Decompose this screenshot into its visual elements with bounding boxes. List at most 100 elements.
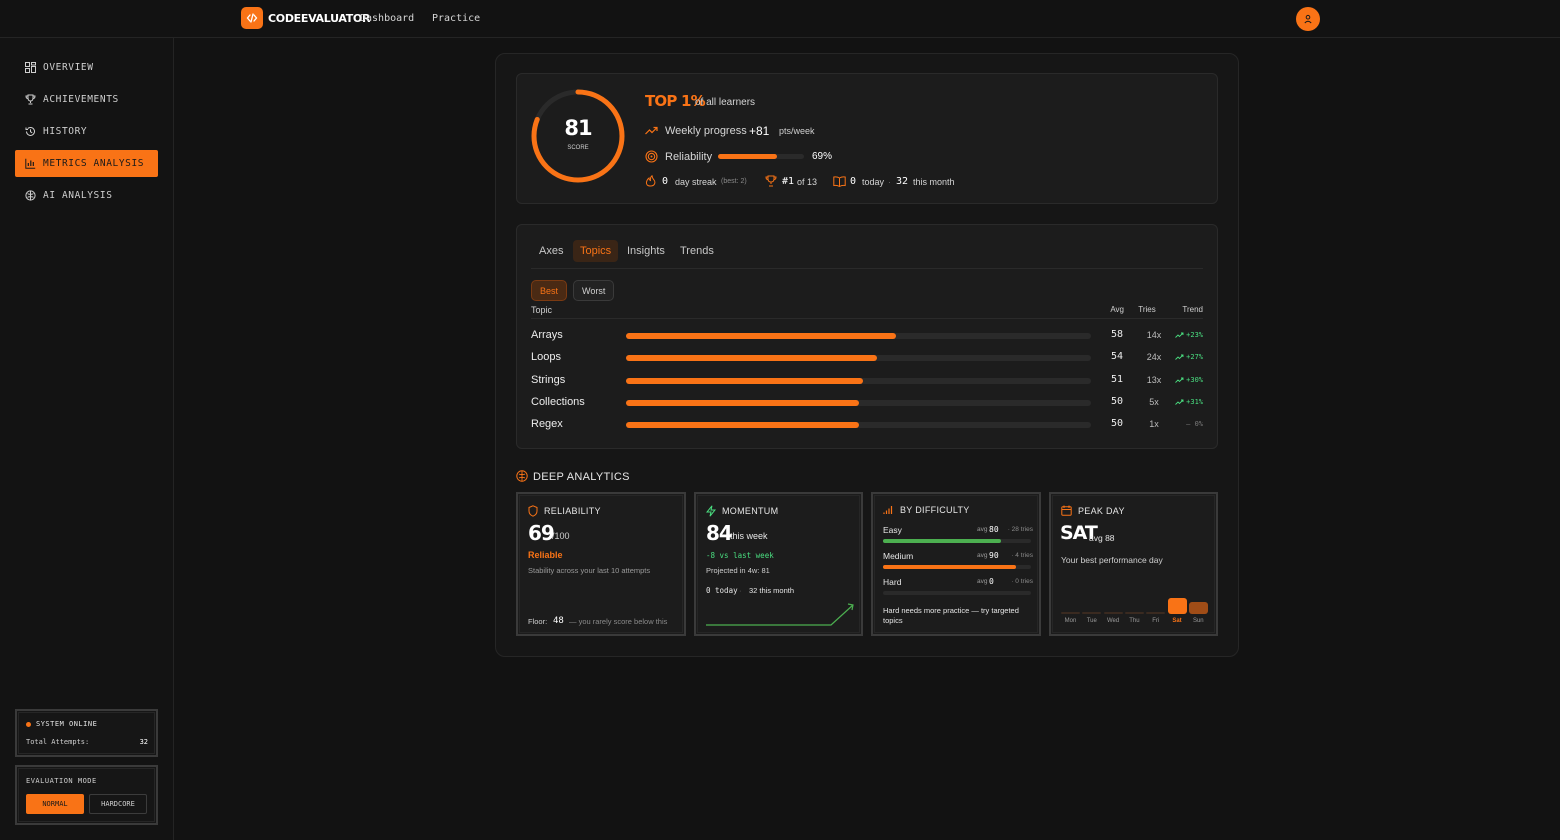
tab-insights[interactable]: Insights: [620, 240, 672, 262]
momentum-month: 32 this month: [749, 586, 795, 595]
weekly-progress-value: +81: [749, 124, 770, 138]
history-icon: [25, 126, 35, 136]
sidebar-item-label: METRICS ANALYSIS: [43, 158, 145, 169]
lightning-icon: [706, 505, 716, 517]
difficulty-avg-label: avg: [977, 552, 988, 559]
reliability-card-value: 69: [528, 521, 555, 545]
trending-up-icon: [1175, 399, 1184, 405]
system-status-text: SYSTEM ONLINE: [36, 720, 98, 728]
tabs-divider: [531, 268, 1203, 269]
flame-icon: [645, 175, 656, 187]
sidebar-item-overview[interactable]: OVERVIEW: [15, 54, 158, 81]
momentum-projected: Projected in 4w: 81: [706, 566, 770, 575]
topic-trend: +27%: [1186, 353, 1203, 361]
streak-value: 0: [662, 176, 669, 187]
topic-trend: — 0%: [1186, 420, 1203, 428]
topic-bar: [626, 422, 1091, 428]
nav-dashboard[interactable]: Dashboard: [360, 13, 414, 24]
topic-avg: 58: [1111, 329, 1124, 340]
reliability-desc: Stability across your last 10 attempts: [528, 566, 651, 575]
momentum-sparkline: [706, 603, 854, 626]
tab-topics[interactable]: Topics: [573, 240, 619, 262]
weekly-progress-label: Weekly progress: [665, 125, 747, 137]
table-row[interactable]: Strings 51 13x +30%: [531, 371, 1203, 391]
table-row[interactable]: Arrays 58 14x +23%: [531, 326, 1203, 346]
topic-bar-fill: [626, 355, 878, 361]
difficulty-bar-fill: [883, 539, 1002, 543]
difficulty-tries: · 4 tries: [1011, 552, 1033, 559]
filter-worst-button[interactable]: Worst: [573, 280, 615, 301]
peak-day-bar: [1061, 612, 1080, 614]
topic-tries: 1x: [1149, 419, 1159, 429]
sidebar-item-metrics-analysis[interactable]: METRICS ANALYSIS: [15, 150, 158, 177]
topic-tries: 13x: [1146, 375, 1162, 385]
difficulty-name: Hard: [883, 577, 902, 587]
calendar-icon: [1061, 505, 1072, 516]
month-value: 32: [896, 176, 909, 187]
difficulty-card-title: BY DIFFICULTY: [900, 505, 970, 515]
tab-axes[interactable]: Axes: [532, 240, 570, 262]
tab-trends[interactable]: Trends: [673, 240, 721, 262]
sidebar-item-history[interactable]: HISTORY: [15, 118, 158, 145]
brain-icon: [516, 470, 528, 482]
topic-bar-fill: [626, 422, 859, 428]
momentum-today: 0 today: [706, 586, 738, 595]
peak-day-bar: [1167, 598, 1187, 614]
trending-up-icon: [1175, 354, 1184, 360]
mode-hardcore-button[interactable]: HARDCORE: [89, 794, 147, 814]
sidebar-item-achievements[interactable]: ACHIEVEMENTS: [15, 86, 158, 113]
book-icon: [833, 176, 846, 187]
header-topic: Topic: [531, 305, 553, 315]
topic-bar: [626, 355, 1091, 361]
sidebar-item-label: OVERVIEW: [43, 62, 94, 73]
momentum-delta: -8 vs last week: [706, 551, 774, 560]
logo-icon[interactable]: [241, 7, 263, 29]
difficulty-bar: [883, 591, 1031, 595]
sidebar-item-label: AI ANALYSIS: [43, 190, 113, 201]
momentum-card: MOMENTUM 84 this week -8 vs last week Pr…: [694, 492, 863, 636]
signal-bars-icon: [883, 506, 893, 514]
peak-day-label: Sun: [1192, 618, 1204, 624]
total-attempts-label: Total Attempts:: [26, 738, 90, 746]
peak-day-avg: avg 88: [1089, 533, 1115, 543]
sidebar-item-ai-analysis[interactable]: AI ANALYSIS: [15, 182, 158, 209]
filter-best-button[interactable]: Best: [531, 280, 568, 301]
trending-up-icon: [1175, 377, 1184, 383]
peak-day-label: Mon: [1064, 618, 1077, 624]
peak-day-label: Tue: [1086, 618, 1097, 624]
top-bar: CODEEVALUATOR Dashboard Practice: [0, 0, 1560, 38]
score-value: 81: [564, 116, 592, 140]
topic-bar-fill: [626, 378, 864, 384]
total-attempts-value: 32: [139, 738, 148, 746]
mode-normal-button[interactable]: NORMAL: [26, 794, 84, 814]
reliability-value: 69%: [812, 151, 833, 162]
trophy-icon: [765, 175, 777, 187]
separator-dot: ·: [739, 586, 742, 595]
reliability-bar: [718, 154, 804, 159]
rank-of: of 13: [797, 177, 818, 187]
topic-tries: 24x: [1146, 352, 1162, 362]
brain-icon: [25, 190, 36, 201]
momentum-value: 84: [706, 521, 733, 545]
difficulty-tries: · 28 tries: [1007, 526, 1033, 533]
difficulty-avg: 80: [989, 525, 999, 534]
sidebar-item-label: HISTORY: [43, 126, 88, 137]
reliability-card-unit: /100: [552, 531, 570, 541]
header-tries: Tries: [1138, 305, 1156, 314]
rank-suffix: of all learners: [695, 97, 756, 108]
table-row[interactable]: Regex 50 1x — 0%: [531, 415, 1203, 435]
user-avatar[interactable]: [1296, 7, 1320, 31]
table-row[interactable]: Loops 54 24x +27%: [531, 348, 1203, 368]
topic-tries: 14x: [1146, 330, 1162, 340]
peak-day-desc: Your best performance day: [1061, 555, 1163, 565]
today-label: today: [862, 177, 885, 187]
floor-label: Floor:: [528, 617, 548, 626]
sidebar-item-label: ACHIEVEMENTS: [43, 94, 119, 105]
floor-note: — you rarely score below this: [569, 617, 668, 626]
nav-practice[interactable]: Practice: [432, 13, 480, 24]
peak-day-bar: [1082, 612, 1102, 614]
logo-text[interactable]: CODEEVALUATOR: [268, 12, 370, 25]
topic-tries: 5x: [1149, 397, 1159, 407]
shield-icon: [528, 505, 538, 517]
table-row[interactable]: Collections 50 5x +31%: [531, 393, 1203, 413]
